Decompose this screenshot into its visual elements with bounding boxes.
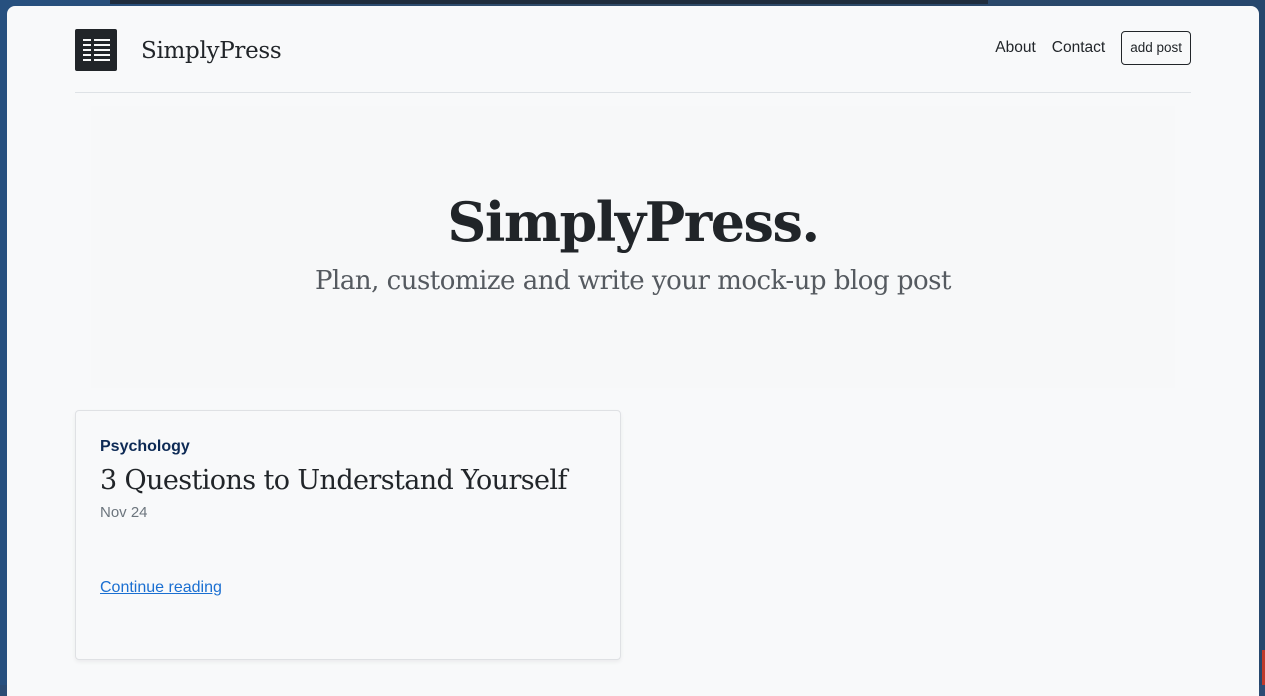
page-container: SimplyPress About Contact add post Simpl… [75,6,1191,660]
document-lines-icon[interactable] [75,29,117,71]
site-header: SimplyPress About Contact add post [75,6,1191,93]
nav-about-link[interactable]: About [995,39,1036,57]
site-name[interactable]: SimplyPress [141,38,282,64]
post-category: Psychology [100,438,190,455]
continue-reading-link[interactable]: Continue reading [100,579,222,597]
nav-contact-link[interactable]: Contact [1052,39,1105,57]
main-nav: About Contact add post [995,31,1191,65]
window-top-edge [110,0,988,4]
post-date: Nov 24 [100,504,148,521]
hero-title: SimplyPress. [447,190,820,254]
post-card: Psychology 3 Questions to Understand You… [75,410,621,660]
desktop-background: SimplyPress About Contact add post Simpl… [0,0,1265,696]
hero-subtitle: Plan, customize and write your mock-up b… [315,266,951,296]
hero-section: SimplyPress. Plan, customize and write y… [91,106,1175,388]
browser-viewport: SimplyPress About Contact add post Simpl… [7,6,1259,696]
post-title: 3 Questions to Understand Yourself [100,465,567,496]
add-post-button[interactable]: add post [1121,31,1191,65]
